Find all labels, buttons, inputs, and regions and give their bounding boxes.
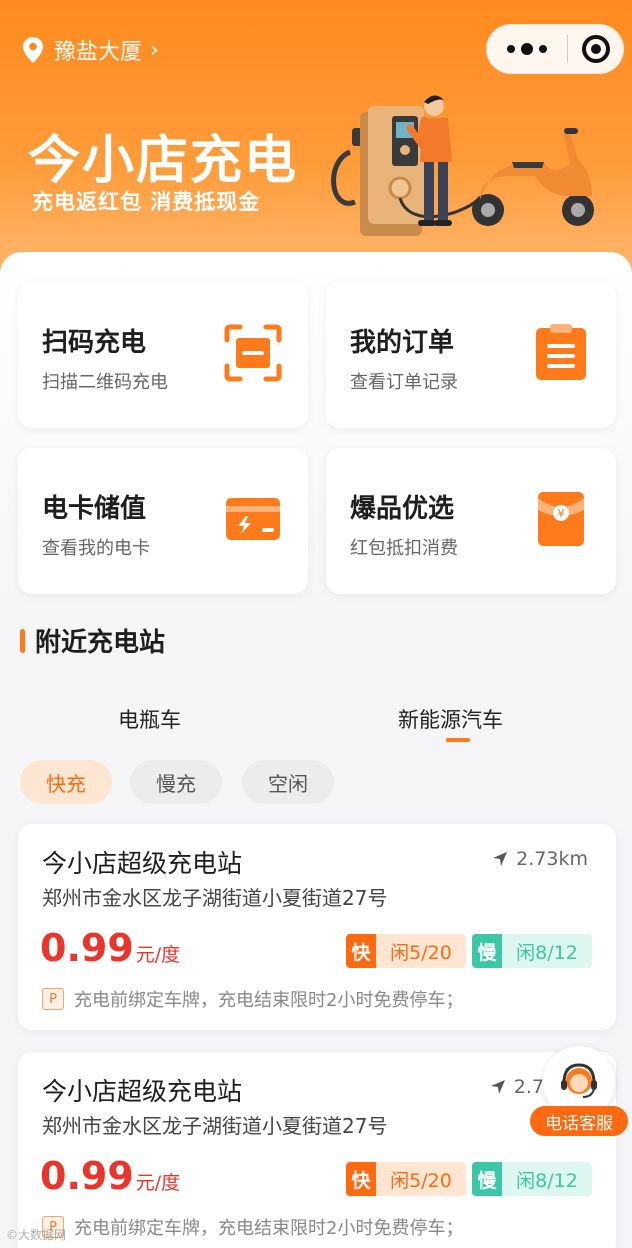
- fast-tag: 快: [346, 934, 376, 968]
- charging-illustration: [331, 95, 594, 236]
- active-tab-indicator: [446, 738, 470, 742]
- tab-ebike[interactable]: 电瓶车: [118, 704, 181, 734]
- parking-note-text: 充电前绑定车牌，充电结束限时2小时免费停车；: [74, 990, 464, 1011]
- tab-new-energy[interactable]: 新能源汽车: [398, 704, 503, 734]
- navigation-arrow-icon: [490, 1080, 505, 1094]
- tile-title: 电卡储值: [42, 494, 147, 524]
- fast-tag: 快: [346, 1162, 376, 1196]
- location-pin-icon: [23, 37, 43, 63]
- dot-icon: [507, 45, 515, 53]
- station-panel: 电瓶车 新能源汽车 快充 慢充 空闲 今小店超级充电站 2.73km 郑州市金水…: [0, 676, 632, 1248]
- slow-tag: 慢: [472, 1162, 502, 1196]
- slow-tag: 慢: [472, 934, 502, 968]
- filter-slow[interactable]: 慢充: [130, 760, 222, 804]
- tile-title: 爆品优选: [350, 494, 455, 524]
- card-icon: [226, 498, 280, 540]
- station-card[interactable]: 今小店超级充电站 2.7 郑州市金水区龙子湖街道小夏街道27号 0.99 元/度…: [18, 1052, 616, 1248]
- filter-fast[interactable]: 快充: [20, 760, 112, 804]
- customer-service-label: 电话客服: [530, 1106, 628, 1136]
- station-distance: 2.73km: [492, 848, 588, 870]
- parking-note: P 充电前绑定车牌，充电结束限时2小时免费停车；: [42, 1214, 463, 1240]
- tile-subtitle: 红包抵扣消费: [350, 538, 458, 559]
- dot-icon: [521, 43, 533, 55]
- station-price: 0.99 元/度: [40, 926, 180, 970]
- navigation-arrow-icon: [493, 852, 508, 866]
- my-orders-tile[interactable]: 我的订单 查看订单记录: [326, 282, 616, 428]
- location-name: 豫盐大厦: [54, 40, 143, 65]
- fast-availability-badge: 快 闲5/20: [346, 1162, 466, 1196]
- nearby-section-title: 附近充电站: [35, 628, 166, 658]
- tile-title: 扫码充电: [42, 328, 147, 358]
- station-card[interactable]: 今小店超级充电站 2.73km 郑州市金水区龙子湖街道小夏街道27号 0.99 …: [18, 824, 616, 1030]
- parking-note: P 充电前绑定车牌，充电结束限时2小时免费停车；: [42, 986, 463, 1012]
- station-address: 郑州市金水区龙子湖街道小夏街道27号: [42, 1114, 388, 1138]
- brand-subtitle: 充电返红包 消费抵现金: [32, 190, 261, 214]
- slow-availability: 闲8/12: [502, 934, 592, 968]
- watermark: ©大数据网: [6, 1228, 67, 1242]
- more-menu-button[interactable]: [487, 43, 567, 55]
- tile-subtitle: 扫描二维码充电: [42, 372, 168, 393]
- featured-deals-tile[interactable]: 爆品优选 红包抵扣消费 ¥: [326, 448, 616, 594]
- svg-text:¥: ¥: [558, 507, 565, 520]
- price-unit: 元/度: [135, 944, 181, 966]
- fast-availability: 闲5/20: [376, 934, 466, 968]
- card-recharge-tile[interactable]: 电卡储值 查看我的电卡: [18, 448, 308, 594]
- station-address: 郑州市金水区龙子湖街道小夏街道27号: [42, 886, 388, 910]
- dot-icon: [539, 45, 547, 53]
- chevron-right-icon: ›: [150, 37, 159, 63]
- close-mini-program-button[interactable]: [568, 35, 623, 63]
- price-value: 0.99: [40, 1154, 134, 1198]
- tile-subtitle: 查看我的电卡: [42, 538, 150, 559]
- slow-availability-badge: 慢 闲8/12: [472, 934, 592, 968]
- tile-title: 我的订单: [350, 328, 455, 358]
- fast-availability-badge: 快 闲5/20: [346, 934, 466, 968]
- scan-charge-tile[interactable]: 扫码充电 扫描二维码充电: [18, 282, 308, 428]
- parking-icon: P: [42, 988, 64, 1010]
- red-envelope-icon: ¥: [538, 492, 584, 546]
- target-icon: [581, 35, 610, 63]
- station-name: 今小店超级充电站: [42, 849, 243, 878]
- heading-accent-bar: [20, 628, 25, 653]
- scan-icon: [224, 324, 282, 382]
- slow-availability-badge: 慢 闲8/12: [472, 1162, 592, 1196]
- slow-availability: 闲8/12: [502, 1162, 592, 1196]
- vehicle-tabs: 电瓶车 新能源汽车: [0, 676, 632, 746]
- price-unit: 元/度: [135, 1172, 181, 1194]
- headset-agent-icon: [561, 1063, 597, 1098]
- brand-title: 今小店充电: [28, 131, 299, 191]
- nearby-section-heading: 附近充电站: [20, 622, 165, 659]
- fast-availability: 闲5/20: [376, 1162, 466, 1196]
- station-price: 0.99 元/度: [40, 1154, 180, 1198]
- location-selector[interactable]: 豫盐大厦 ›: [22, 34, 159, 66]
- mini-program-capsule: [486, 24, 624, 74]
- clipboard-icon: [536, 324, 586, 380]
- distance-value: 2.73km: [516, 848, 588, 870]
- tile-subtitle: 查看订单记录: [350, 372, 458, 393]
- customer-service-button[interactable]: 电话客服: [530, 1046, 628, 1136]
- filter-idle[interactable]: 空闲: [242, 760, 334, 804]
- price-value: 0.99: [40, 926, 134, 970]
- parking-note-text: 充电前绑定车牌，充电结束限时2小时免费停车；: [74, 1218, 464, 1239]
- station-name: 今小店超级充电站: [42, 1077, 243, 1106]
